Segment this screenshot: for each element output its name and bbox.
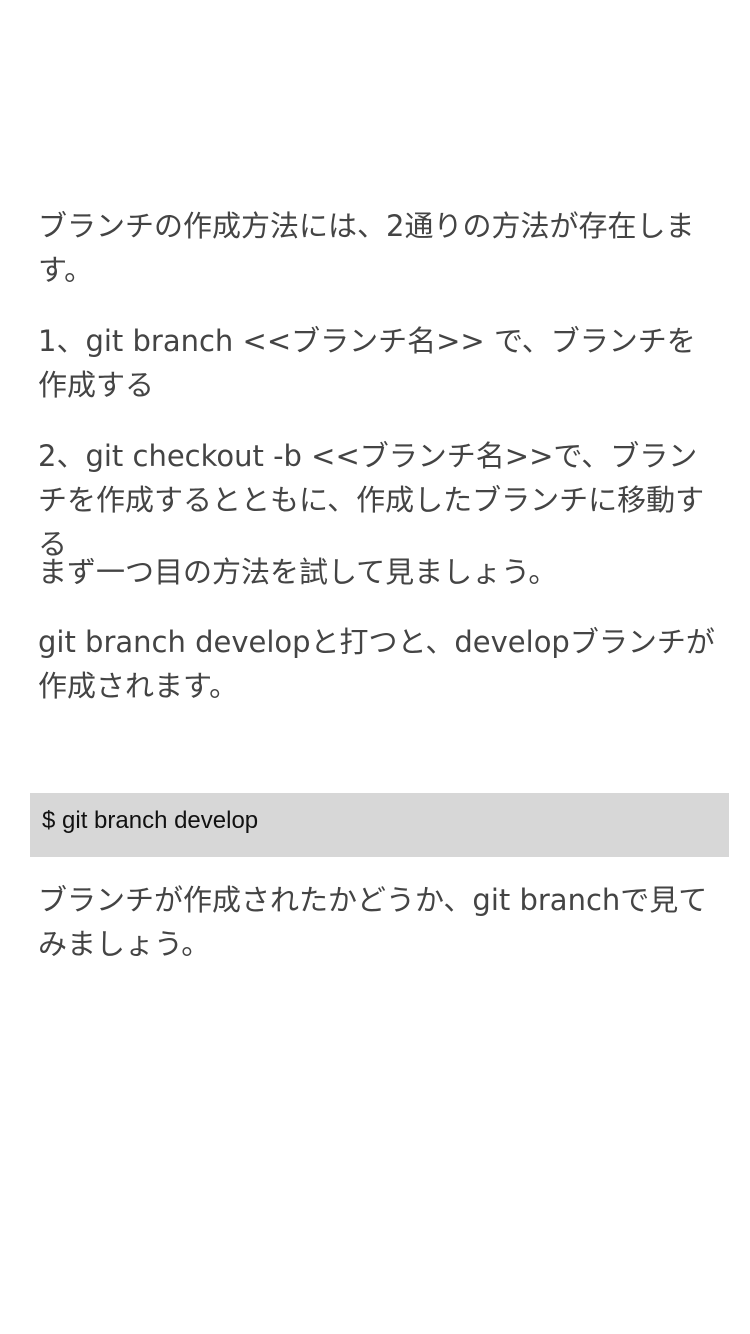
paragraph-develop-created: git branch developと打つと、developブランチが作成されま… — [38, 625, 715, 703]
code-block: $ git branch develop — [30, 793, 729, 857]
paragraph-method-2: 2、git checkout -b <<ブランチ名>>で、ブランチを作成するとと… — [38, 439, 705, 561]
paragraph-try-first: まず一つ目の方法を試して見ましょう。 — [38, 555, 558, 589]
code-command: $ git branch develop — [42, 807, 259, 834]
paragraph-method-1: 1、git branch <<ブランチ名>> で、ブランチを作成する — [38, 324, 696, 402]
paragraph-check-branch: ブランチが作成されたかどうか、git branchで見てみましょう。 — [38, 883, 708, 961]
paragraph-branch-methods: ブランチの作成方法には、2通りの方法が存在します。 — [38, 209, 695, 287]
